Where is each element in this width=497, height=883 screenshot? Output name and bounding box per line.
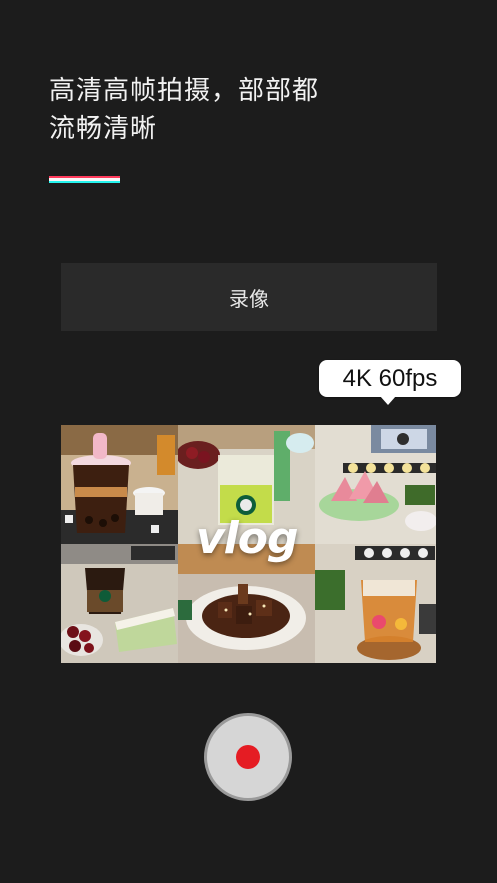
resolution-badge-text: 4K 60fps <box>342 364 438 392</box>
resolution-badge: 4K 60fps <box>319 360 461 405</box>
sushi-plate-photo <box>315 425 436 544</box>
headline: 高清高帧拍摄，部部都 流畅清晰 <box>49 72 319 148</box>
iced-tea-photo <box>315 544 436 663</box>
vlog-overlay-title: vlog <box>196 513 298 564</box>
headline-line-2: 流畅清晰 <box>49 114 158 144</box>
video-mode-button[interactable]: 录像 <box>61 263 437 331</box>
record-dot-icon <box>236 745 260 769</box>
cake-cherries-photo <box>61 544 178 663</box>
accent-stripe-red <box>49 176 120 178</box>
bubble-tea-photo <box>61 425 178 544</box>
accent-underline <box>49 176 120 183</box>
accent-stripe-cyan <box>49 181 120 183</box>
record-button[interactable] <box>204 713 292 801</box>
headline-line-1: 高清高帧拍摄，部部都 <box>49 76 320 106</box>
badge-pointer <box>380 396 396 405</box>
video-mode-label: 录像 <box>229 286 269 311</box>
